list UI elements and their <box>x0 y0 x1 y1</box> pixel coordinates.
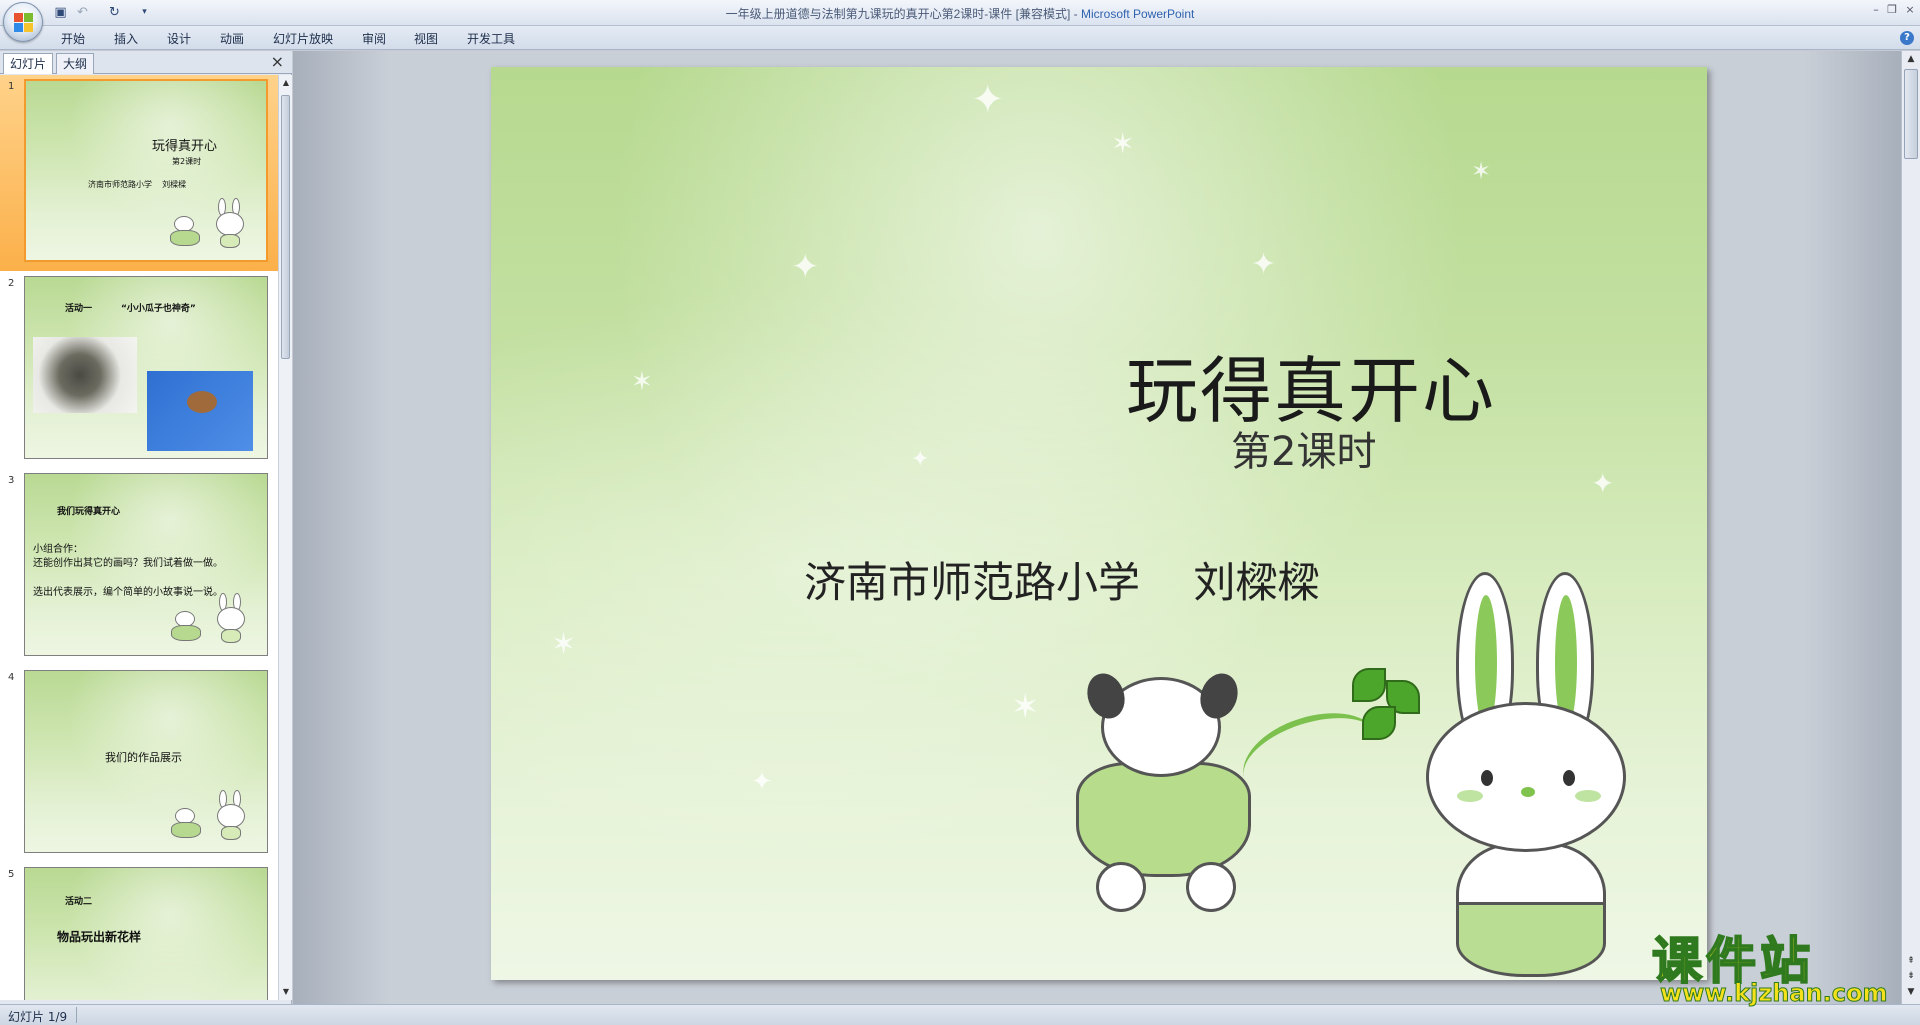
office-button[interactable] <box>3 2 43 42</box>
slide-thumbnail-3[interactable]: 3 我们玩得真开心 小组合作： 还能创作出其它的画吗？我们试着做一做。 选出代表… <box>0 469 278 665</box>
thumbnail-preview: 我们玩得真开心 小组合作： 还能创作出其它的画吗？我们试着做一做。 选出代表展示… <box>24 473 268 656</box>
thumbnail-number: 3 <box>8 475 15 486</box>
tab-review[interactable]: 审阅 <box>362 30 386 47</box>
title-bar: ▣ ↶ ↻ ▾ 一年级上册道德与法制第九课玩的真开心第2课时-课件 [兼容模式]… <box>0 0 1920 42</box>
close-pane-icon[interactable]: × <box>271 53 284 71</box>
tab-slideshow[interactable]: 幻灯片放映 <box>273 30 333 47</box>
tab-slides[interactable]: 幻灯片 <box>3 53 54 74</box>
close-icon[interactable]: × <box>1902 3 1918 17</box>
thumbnail-line-2: 还能创作出其它的画吗？我们试着做一做。 <box>33 558 223 569</box>
ribbon-tab-bar: 开始 插入 设计 动画 幻灯片放映 审阅 视图 开发工具 ? <box>0 26 1920 50</box>
slide-thumbnail-1[interactable]: 1 玩得真开心 第2课时 济南市师范路小学 刘樑樑 <box>0 75 278 271</box>
pane-tabs: 幻灯片 大纲 × <box>0 51 292 74</box>
office-logo-icon <box>14 13 33 32</box>
scroll-thumb[interactable] <box>281 95 290 359</box>
thumbnail-title: 玩得真开心 <box>152 139 218 154</box>
thumbnail-title: 活动一 <box>65 304 93 314</box>
current-slide[interactable]: ✦ ✶ ✦ ✶ ✦ ✶ ✦ ✶ ✦ ✶ ✦ 玩得真开心 第2课时 济南市师范路小… <box>491 67 1707 980</box>
sparkle-decoration: ✶ <box>1471 157 1492 185</box>
minimize-icon[interactable]: – <box>1868 3 1884 17</box>
thumbnail-preview: 活动二 物品玩出新花样 <box>24 867 268 1000</box>
sparkle-decoration: ✦ <box>751 767 773 797</box>
sparkle-decoration: ✶ <box>1011 687 1040 727</box>
window-title: 一年级上册道德与法制第九课玩的真开心第2课时-课件 [兼容模式] - Micro… <box>725 7 1195 21</box>
tab-outline[interactable]: 大纲 <box>56 53 95 74</box>
scroll-down-icon[interactable]: ▼ <box>281 986 291 998</box>
slide-scrollbar[interactable]: ▲ ⇞ ⇟ ▼ <box>1901 51 1920 1004</box>
thumbnail-number: 1 <box>8 81 15 92</box>
thumbnail-body: 济南市师范路小学 刘樑樑 <box>88 180 187 189</box>
bunny-illustration <box>212 198 246 248</box>
thumbnail-list: 1 玩得真开心 第2课时 济南市师范路小学 刘樑樑 2 活动一 “小小瓜子也神奇… <box>0 75 278 1000</box>
slide-thumbnail-5[interactable]: 5 活动二 物品玩出新花样 <box>0 863 278 1000</box>
scroll-thumb[interactable] <box>1904 69 1918 159</box>
tab-home[interactable]: 开始 <box>61 30 85 47</box>
help-icon[interactable]: ? <box>1900 31 1914 45</box>
thumbnail-title: 活动二 <box>65 897 93 907</box>
tab-view[interactable]: 视图 <box>414 30 438 47</box>
sparkle-decoration: ✦ <box>911 447 930 472</box>
sparkle-decoration: ✶ <box>1111 127 1135 160</box>
tab-developer[interactable]: 开发工具 <box>467 30 515 47</box>
slide-editing-area: ✦ ✶ ✦ ✶ ✦ ✶ ✦ ✶ ✦ ✶ ✦ 玩得真开心 第2课时 济南市师范路小… <box>293 51 1901 1004</box>
scroll-up-icon[interactable]: ▲ <box>1906 54 1916 64</box>
watermark-url: www.kjzhan.com <box>1659 979 1888 1008</box>
thumbnail-preview: 我们的作品展示 <box>24 670 268 853</box>
thumbnail-quote: “小小瓜子也神奇” <box>121 304 196 314</box>
restore-icon[interactable]: ❐ <box>1884 3 1900 17</box>
status-bar: 幻灯片 1/9 <box>0 1004 1920 1025</box>
bunny-illustration <box>213 790 247 840</box>
bunny-illustration <box>1416 572 1646 980</box>
thumbnail-number: 5 <box>8 869 15 880</box>
sparkle-decoration: ✶ <box>631 367 653 397</box>
thumbnail-title: 我们玩得真开心 <box>57 507 121 517</box>
slide-indicator: 幻灯片 1/9 <box>8 1010 68 1024</box>
thumbnail-preview: 活动一 “小小瓜子也神奇” <box>24 276 268 459</box>
hedgehog-photo <box>33 337 137 413</box>
clover-leaf-illustration <box>1346 662 1426 752</box>
slide-subtitle[interactable]: 第2课时 <box>1231 419 1376 477</box>
scroll-down-icon[interactable]: ▼ <box>1906 987 1916 997</box>
tab-design[interactable]: 设计 <box>167 30 191 47</box>
thumbnail-subtitle: 第2课时 <box>172 157 202 166</box>
dog-in-cart-illustration <box>1076 668 1390 937</box>
bunny-illustration <box>213 593 247 643</box>
thumbnail-subtitle: 物品玩出新花样 <box>57 930 142 944</box>
slide-thumbnail-2[interactable]: 2 活动一 “小小瓜子也神奇” <box>0 272 278 468</box>
status-divider <box>76 1007 77 1023</box>
sparkle-decoration: ✦ <box>1591 467 1615 500</box>
tab-insert[interactable]: 插入 <box>114 30 138 47</box>
slide-author[interactable]: 济南市师范路小学 刘樑樑 <box>804 549 1319 610</box>
sparkle-decoration: ✶ <box>551 627 577 662</box>
dog-illustration <box>170 216 202 248</box>
tab-animations[interactable]: 动画 <box>220 30 244 47</box>
thumbnail-scrollbar[interactable]: ▲ ▼ <box>278 75 292 1000</box>
sparkle-decoration: ✦ <box>791 247 820 287</box>
slide-thumbnail-4[interactable]: 4 我们的作品展示 <box>0 666 278 862</box>
dog-illustration <box>171 808 203 840</box>
dog-illustration <box>171 611 203 643</box>
thumbnail-line-1: 小组合作： <box>33 544 83 555</box>
thumbnail-preview: 玩得真开心 第2课时 济南市师范路小学 刘樑樑 <box>24 79 268 262</box>
thumbnail-number: 2 <box>8 278 15 289</box>
sparkle-decoration: ✦ <box>971 77 1005 123</box>
thumbnail-title: 我们的作品展示 <box>105 751 182 764</box>
previous-slide-icon[interactable]: ⇞ <box>1906 956 1916 966</box>
bird-photo <box>147 371 253 451</box>
thumbnail-line-3: 选出代表展示，编个简单的小故事说一说。 <box>33 587 223 598</box>
slides-pane: 幻灯片 大纲 × 1 玩得真开心 第2课时 济南市师范路小学 刘樑樑 2 活动一… <box>0 51 292 1004</box>
next-slide-icon[interactable]: ⇟ <box>1906 971 1916 981</box>
site-watermark: 课件站 www.kjzhan.com <box>1651 921 1902 1008</box>
scroll-up-icon[interactable]: ▲ <box>281 77 291 89</box>
sparkle-decoration: ✦ <box>1251 247 1277 282</box>
thumbnail-number: 4 <box>8 672 15 683</box>
